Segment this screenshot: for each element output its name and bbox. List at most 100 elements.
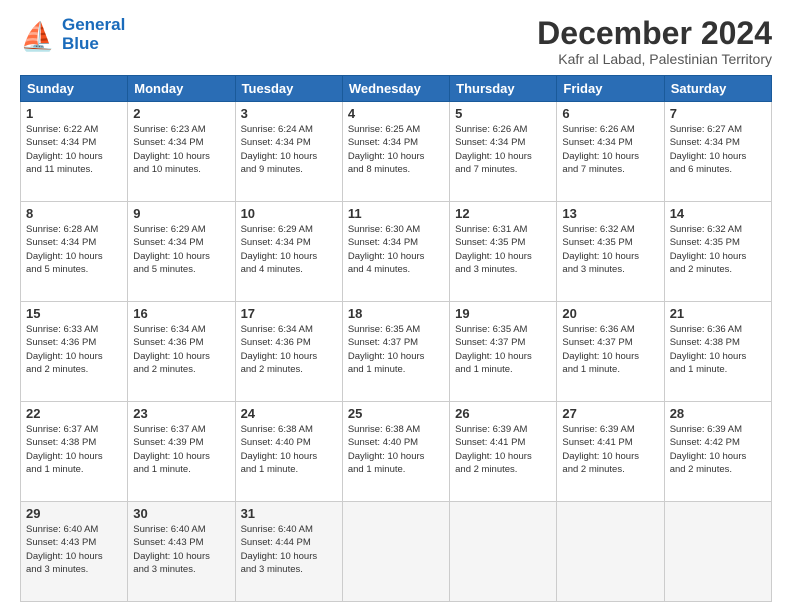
day-info-line: Sunrise: 6:40 AM [26, 523, 122, 536]
day-info: Sunrise: 6:31 AMSunset: 4:35 PMDaylight:… [455, 223, 551, 276]
day-info-line: Daylight: 10 hours [133, 550, 229, 563]
day-info-line: and 3 minutes. [133, 563, 229, 576]
day-number: 7 [670, 106, 766, 121]
day-info-line: Sunrise: 6:35 AM [348, 323, 444, 336]
day-info: Sunrise: 6:39 AMSunset: 4:41 PMDaylight:… [455, 423, 551, 476]
calendar-day-cell: 31Sunrise: 6:40 AMSunset: 4:44 PMDayligh… [235, 502, 342, 602]
day-number: 2 [133, 106, 229, 121]
day-info-line: and 1 minute. [562, 363, 658, 376]
day-number: 15 [26, 306, 122, 321]
day-number: 3 [241, 106, 337, 121]
calendar-table: SundayMondayTuesdayWednesdayThursdayFrid… [20, 75, 772, 602]
day-info-line: and 2 minutes. [26, 363, 122, 376]
day-info-line: Sunrise: 6:33 AM [26, 323, 122, 336]
day-info-line: Sunrise: 6:36 AM [562, 323, 658, 336]
day-info-line: and 1 minute. [455, 363, 551, 376]
calendar-day-cell: 24Sunrise: 6:38 AMSunset: 4:40 PMDayligh… [235, 402, 342, 502]
calendar-day-cell: 4Sunrise: 6:25 AMSunset: 4:34 PMDaylight… [342, 102, 449, 202]
day-info-line: Daylight: 10 hours [348, 350, 444, 363]
day-info-line: and 1 minute. [241, 463, 337, 476]
day-info: Sunrise: 6:39 AMSunset: 4:42 PMDaylight:… [670, 423, 766, 476]
day-info-line: Daylight: 10 hours [670, 150, 766, 163]
day-info-line: Sunrise: 6:38 AM [348, 423, 444, 436]
day-info-line: Daylight: 10 hours [133, 350, 229, 363]
day-info-line: Sunset: 4:34 PM [348, 236, 444, 249]
day-info-line: and 1 minute. [670, 363, 766, 376]
day-info-line: Sunrise: 6:35 AM [455, 323, 551, 336]
day-info-line: Sunrise: 6:34 AM [241, 323, 337, 336]
day-number: 10 [241, 206, 337, 221]
day-info: Sunrise: 6:22 AMSunset: 4:34 PMDaylight:… [26, 123, 122, 176]
calendar-day-cell: 12Sunrise: 6:31 AMSunset: 4:35 PMDayligh… [450, 202, 557, 302]
day-number: 6 [562, 106, 658, 121]
day-info-line: and 1 minute. [133, 463, 229, 476]
calendar-week-row: 22Sunrise: 6:37 AMSunset: 4:38 PMDayligh… [21, 402, 772, 502]
day-info-line: Sunrise: 6:39 AM [562, 423, 658, 436]
day-info-line: Daylight: 10 hours [562, 350, 658, 363]
day-number: 19 [455, 306, 551, 321]
day-info-line: Sunset: 4:40 PM [348, 436, 444, 449]
day-info-line: and 2 minutes. [241, 363, 337, 376]
day-number: 8 [26, 206, 122, 221]
calendar-day-cell: 26 Sunrise: 6:39 AMSunset: 4:41 PMDayligh… [450, 402, 557, 502]
day-info-line: Sunset: 4:43 PM [26, 536, 122, 549]
calendar-day-cell [557, 502, 664, 602]
calendar-day-cell: 8Sunrise: 6:28 AMSunset: 4:34 PMDaylight… [21, 202, 128, 302]
month-title: December 2024 [537, 16, 772, 51]
calendar-day-cell [342, 502, 449, 602]
weekday-header-cell: Thursday [450, 76, 557, 102]
calendar-day-cell: 21Sunrise: 6:36 AMSunset: 4:38 PMDayligh… [664, 302, 771, 402]
logo-line1: General [62, 16, 125, 35]
day-info-line: and 2 minutes. [670, 463, 766, 476]
day-info-line: and 11 minutes. [26, 163, 122, 176]
day-number: 13 [562, 206, 658, 221]
day-info-line: Sunset: 4:34 PM [348, 136, 444, 149]
day-info-line: Sunrise: 6:40 AM [241, 523, 337, 536]
day-info-line: Sunset: 4:39 PM [133, 436, 229, 449]
day-info-line: and 3 minutes. [241, 563, 337, 576]
day-number: 27 [562, 406, 658, 421]
calendar-day-cell: 11Sunrise: 6:30 AMSunset: 4:34 PMDayligh… [342, 202, 449, 302]
calendar-day-cell: 19Sunrise: 6:35 AMSunset: 4:37 PMDayligh… [450, 302, 557, 402]
calendar-day-cell: 10 Sunrise: 6:29 AMSunset: 4:34 PMDayligh… [235, 202, 342, 302]
weekday-header-cell: Sunday [21, 76, 128, 102]
day-info-line: Daylight: 10 hours [455, 350, 551, 363]
day-number: 16 [133, 306, 229, 321]
day-info-line: Sunrise: 6:32 AM [670, 223, 766, 236]
day-info: Sunrise: 6:29 AMSunset: 4:34 PMDaylight:… [241, 223, 337, 276]
day-info-line: Sunrise: 6:39 AM [455, 423, 551, 436]
day-info-line: Daylight: 10 hours [241, 250, 337, 263]
day-info-line: Sunrise: 6:36 AM [670, 323, 766, 336]
calendar-day-cell: 20Sunrise: 6:36 AMSunset: 4:37 PMDayligh… [557, 302, 664, 402]
day-info-line: Sunrise: 6:37 AM [133, 423, 229, 436]
calendar-day-cell: 13Sunrise: 6:32 AMSunset: 4:35 PMDayligh… [557, 202, 664, 302]
day-number: 30 [133, 506, 229, 521]
day-info-line: Sunset: 4:34 PM [133, 236, 229, 249]
day-info-line: Sunset: 4:34 PM [26, 136, 122, 149]
weekday-header-cell: Tuesday [235, 76, 342, 102]
day-number: 4 [348, 106, 444, 121]
day-info-line: and 2 minutes. [455, 463, 551, 476]
day-info: Sunrise: 6:26 AMSunset: 4:34 PMDaylight:… [455, 123, 551, 176]
day-number: 26 [455, 406, 551, 421]
day-info-line: Daylight: 10 hours [670, 350, 766, 363]
day-info: Sunrise: 6:29 AMSunset: 4:34 PMDaylight:… [133, 223, 229, 276]
day-info-line: Daylight: 10 hours [670, 450, 766, 463]
weekday-header-row: SundayMondayTuesdayWednesdayThursdayFrid… [21, 76, 772, 102]
day-info-line: and 1 minute. [26, 463, 122, 476]
day-info-line: Daylight: 10 hours [348, 450, 444, 463]
calendar-day-cell: 9Sunrise: 6:29 AMSunset: 4:34 PMDaylight… [128, 202, 235, 302]
calendar-day-cell: 27Sunrise: 6:39 AMSunset: 4:41 PMDayligh… [557, 402, 664, 502]
day-number: 25 [348, 406, 444, 421]
day-info-line: and 2 minutes. [133, 363, 229, 376]
day-info-line: and 3 minutes. [455, 263, 551, 276]
logo: ⛵ General Blue [20, 16, 125, 53]
day-info-line: and 1 minute. [348, 463, 444, 476]
day-number: 21 [670, 306, 766, 321]
logo-line2: Blue [62, 35, 125, 54]
day-number: 24 [241, 406, 337, 421]
day-info-line: and 2 minutes. [670, 263, 766, 276]
day-info: Sunrise: 6:40 AMSunset: 4:43 PMDaylight:… [133, 523, 229, 576]
day-info-line: Sunset: 4:34 PM [26, 236, 122, 249]
day-info-line: Daylight: 10 hours [562, 450, 658, 463]
